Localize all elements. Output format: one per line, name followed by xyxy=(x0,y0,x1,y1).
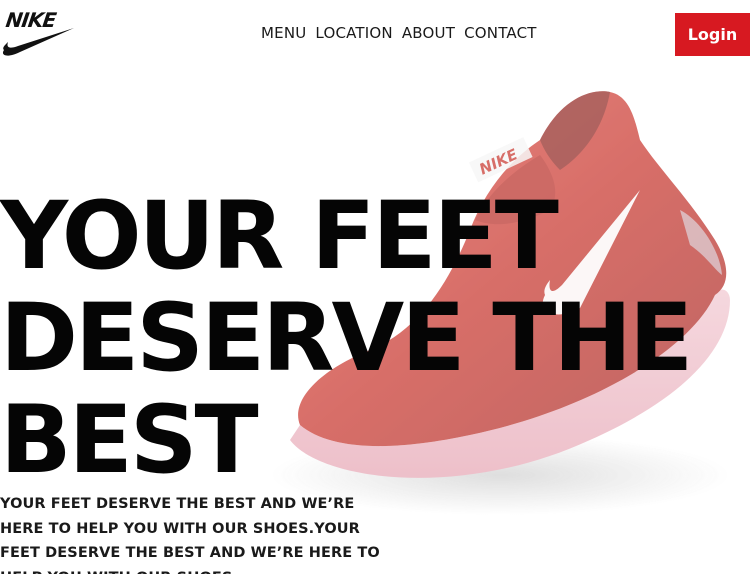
nav-item-about[interactable]: ABOUT xyxy=(402,24,455,42)
swoosh-icon xyxy=(2,28,75,56)
hero-title-line-1: YOUR FEET xyxy=(0,182,559,291)
nav-item-menu[interactable]: MENU xyxy=(261,24,306,42)
hero-subtitle: YOUR FEET DESERVE THE BEST AND WE’RE HER… xyxy=(0,496,380,574)
nav-item-location[interactable]: LOCATION xyxy=(315,24,392,42)
site-header: NIKE MENU LOCATION ABOUT CONTACT Login xyxy=(0,0,755,70)
landing-page: NIKE MENU LOCATION ABOUT CONTACT Login N… xyxy=(0,0,755,574)
hero-title-line-3: BEST xyxy=(0,386,259,495)
brand-logo[interactable]: NIKE xyxy=(0,6,80,56)
hero-title: YOUR FEET DESERVE THE BEST xyxy=(0,186,740,492)
hero-title-line-2: DESERVE THE xyxy=(0,284,693,393)
nav-item-contact[interactable]: CONTACT xyxy=(464,24,537,42)
main-nav: MENU LOCATION ABOUT CONTACT xyxy=(261,24,537,42)
login-button[interactable]: Login xyxy=(675,13,750,56)
